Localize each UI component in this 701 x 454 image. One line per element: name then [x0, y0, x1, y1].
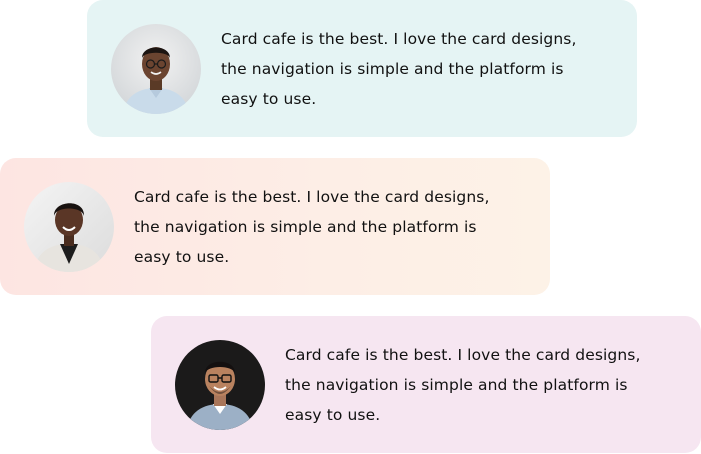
testimonial-quote: Card cafe is the best. I love the card d… — [134, 188, 490, 266]
avatar — [175, 340, 265, 430]
testimonials-section: Card cafe is the best. I love the card d… — [0, 0, 701, 454]
avatar — [111, 24, 201, 114]
person-avatar-2-icon — [24, 182, 114, 272]
testimonial-quote: Card cafe is the best. I love the card d… — [221, 30, 577, 108]
testimonial-card: Card cafe is the best. I love the card d… — [0, 158, 550, 295]
testimonial-card: Card cafe is the best. I love the card d… — [151, 316, 701, 453]
testimonial-quote: Card cafe is the best. I love the card d… — [285, 346, 641, 424]
testimonial-card: Card cafe is the best. I love the card d… — [87, 0, 637, 137]
person-avatar-3-icon — [175, 340, 265, 430]
person-avatar-1-icon — [111, 24, 201, 114]
avatar — [24, 182, 114, 272]
